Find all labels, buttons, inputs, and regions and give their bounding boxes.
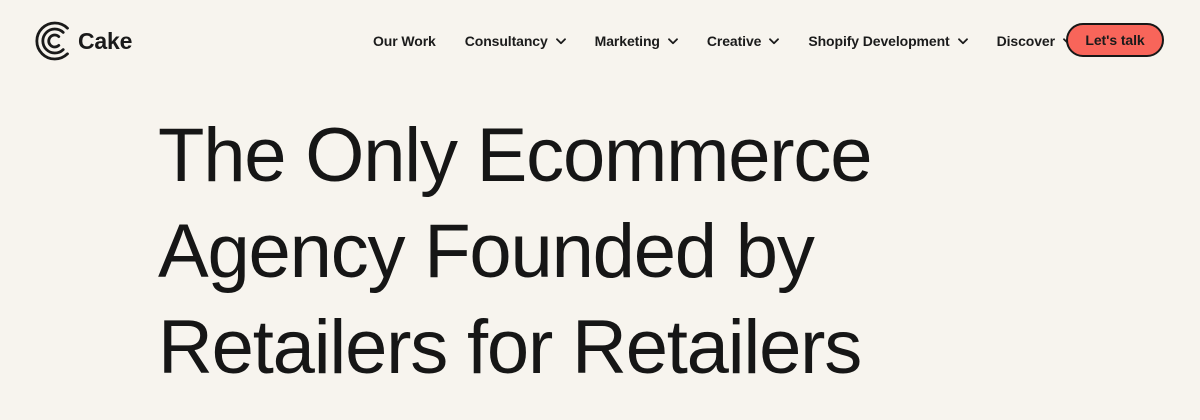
chevron-down-icon [667, 37, 678, 44]
nav-item-label: Shopify Development [808, 33, 950, 49]
nav-item-shopify-development[interactable]: Shopify Development [808, 33, 968, 49]
hero-heading-line: The Only Ecommerce [158, 113, 872, 198]
nav-item-label: Discover [996, 33, 1055, 49]
chevron-down-icon [769, 37, 780, 44]
site-header: Cake Our Work Consultancy Marketing Crea… [0, 0, 1200, 84]
nav-item-label: Our Work [373, 33, 436, 49]
chevron-down-icon [957, 37, 968, 44]
brand-name: Cake [78, 27, 133, 54]
hero-heading: The Only Ecommerce Agency Founded by Ret… [158, 108, 1008, 396]
chevron-down-icon [555, 37, 566, 44]
nav-item-label: Creative [706, 33, 762, 49]
concentric-c-logo-icon [35, 21, 69, 61]
nav-item-label: Consultancy [464, 33, 548, 49]
nav-item-discover[interactable]: Discover [997, 33, 1073, 49]
main-navigation: Our Work Consultancy Marketing Creative … [373, 30, 1073, 52]
brand-logo-link[interactable]: Cake [34, 18, 132, 64]
lets-talk-button[interactable]: Let's talk [1066, 23, 1164, 57]
nav-item-label: Marketing [594, 33, 660, 49]
hero-heading-line: Agency Founded by [158, 209, 815, 294]
nav-item-marketing[interactable]: Marketing [595, 33, 678, 49]
nav-item-creative[interactable]: Creative [706, 33, 780, 49]
nav-item-our-work[interactable]: Our Work [373, 33, 436, 49]
hero-heading-line: Retailers for Retailers [158, 305, 862, 390]
nav-item-consultancy[interactable]: Consultancy [465, 33, 566, 49]
